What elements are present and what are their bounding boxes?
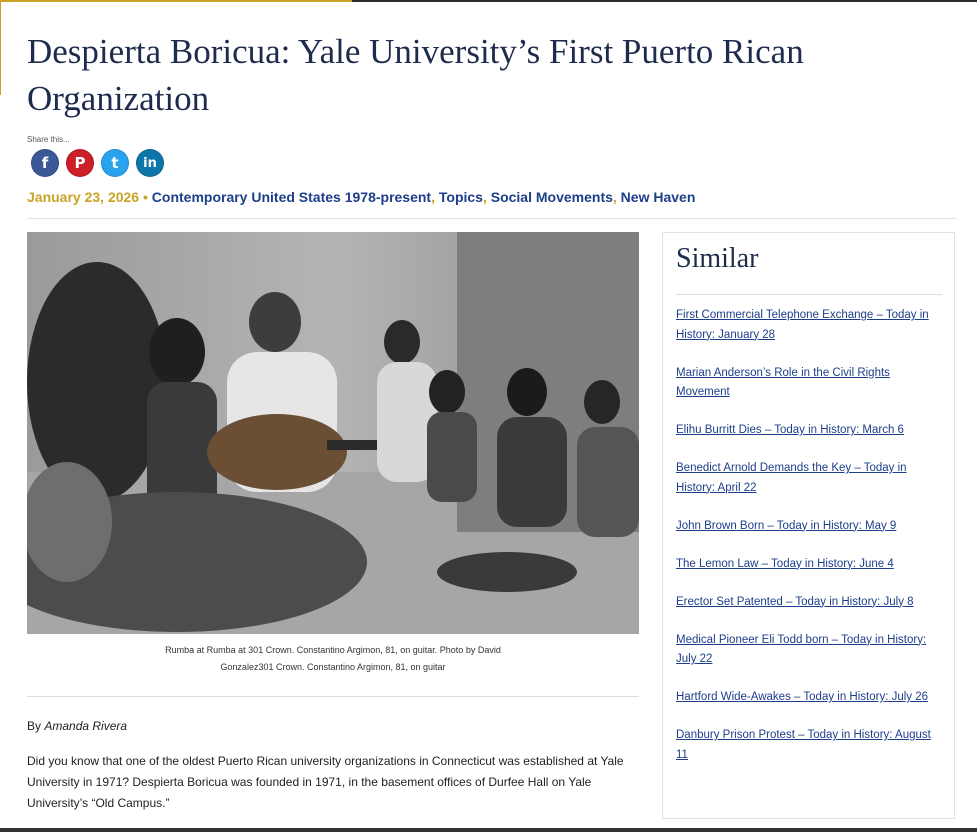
meta-comma: ,: [431, 189, 435, 205]
top-accent-gold: [0, 0, 352, 2]
sidebar-heading: Similar: [676, 243, 759, 274]
list-item: The Lemon Law – Today in History: June 4: [676, 555, 934, 575]
featured-photo: [27, 232, 639, 634]
category-link-new-haven[interactable]: New Haven: [621, 189, 696, 205]
list-item: Hartford Wide-Awakes – Today in History:…: [676, 688, 934, 708]
photo-caption: Rumba at Rumba at 301 Crown. Constantino…: [27, 642, 639, 676]
list-item: First Commercial Telephone Exchange – To…: [676, 306, 934, 345]
caption-line-1: Rumba at Rumba at 301 Crown. Constantino…: [165, 645, 501, 655]
byline: By Amanda Rivera: [27, 719, 127, 733]
facebook-icon: f: [41, 154, 49, 172]
similar-link[interactable]: Medical Pioneer Eli Todd born – Today in…: [676, 634, 926, 666]
list-item: John Brown Born – Today in History: May …: [676, 517, 934, 537]
similar-link[interactable]: First Commercial Telephone Exchange – To…: [676, 309, 929, 341]
category-link-topics[interactable]: Topics: [439, 189, 483, 205]
pinterest-share-button[interactable]: P: [66, 149, 94, 177]
sidebar-divider: [676, 294, 942, 295]
article-divider: [27, 696, 639, 697]
similar-link[interactable]: Marian Anderson’s Role in the Civil Righ…: [676, 367, 890, 399]
twitter-icon: t: [111, 154, 119, 172]
photo-illustration: [27, 232, 639, 634]
list-item: Medical Pioneer Eli Todd born – Today in…: [676, 631, 934, 670]
list-item: Erector Set Patented – Today in History:…: [676, 593, 934, 613]
similar-link[interactable]: Elihu Burritt Dies – Today in History: M…: [676, 424, 904, 436]
meta-comma: ,: [612, 189, 617, 205]
similar-sidebar: Similar First Commercial Telephone Excha…: [662, 232, 955, 819]
top-accent-bar: [0, 0, 977, 2]
author-name: Amanda Rivera: [44, 719, 128, 733]
post-date: January 23, 2026: [27, 189, 140, 205]
linkedin-share-button[interactable]: in: [136, 149, 164, 177]
list-item: Benedict Arnold Demands the Key – Today …: [676, 459, 934, 498]
article-title: Despierta Boricua: Yale University’s Fir…: [27, 32, 804, 118]
post-meta: January 23, 2026 • Contemporary United S…: [27, 187, 695, 207]
linkedin-icon: in: [143, 155, 157, 171]
twitter-share-button[interactable]: t: [101, 149, 129, 177]
byline-label: By: [27, 719, 42, 733]
similar-link[interactable]: Danbury Prison Protest – Today in Histor…: [676, 729, 931, 761]
similar-list: First Commercial Telephone Exchange – To…: [676, 306, 934, 784]
similar-link[interactable]: The Lemon Law – Today in History: June 4: [676, 558, 894, 570]
meta-comma: ,: [482, 189, 487, 205]
left-accent-rule: [0, 0, 1, 95]
similar-link[interactable]: John Brown Born – Today in History: May …: [676, 520, 896, 532]
facebook-share-button[interactable]: f: [31, 149, 59, 177]
similar-link[interactable]: Hartford Wide-Awakes – Today in History:…: [676, 691, 928, 703]
similar-link[interactable]: Benedict Arnold Demands the Key – Today …: [676, 462, 907, 494]
category-link-social-movements[interactable]: Social Movements: [491, 189, 613, 205]
caption-line-2: Gonzalez301 Crown. Constantino Argimon, …: [220, 662, 446, 672]
similar-link[interactable]: Erector Set Patented – Today in History:…: [676, 596, 914, 608]
pinterest-icon: P: [74, 154, 86, 172]
list-item: Danbury Prison Protest – Today in Histor…: [676, 726, 934, 765]
article-body: Did you know that one of the oldest Puer…: [27, 754, 624, 810]
list-item: Elihu Burritt Dies – Today in History: M…: [676, 421, 934, 441]
share-label: Share this...: [27, 135, 70, 144]
meta-divider: [27, 218, 957, 219]
bottom-bar: [0, 828, 977, 832]
share-buttons: f P t in: [31, 149, 164, 177]
category-link-contemporary[interactable]: Contemporary United States 1978-present: [152, 189, 431, 205]
meta-bullet: •: [142, 189, 148, 205]
list-item: Marian Anderson’s Role in the Civil Righ…: [676, 364, 934, 403]
